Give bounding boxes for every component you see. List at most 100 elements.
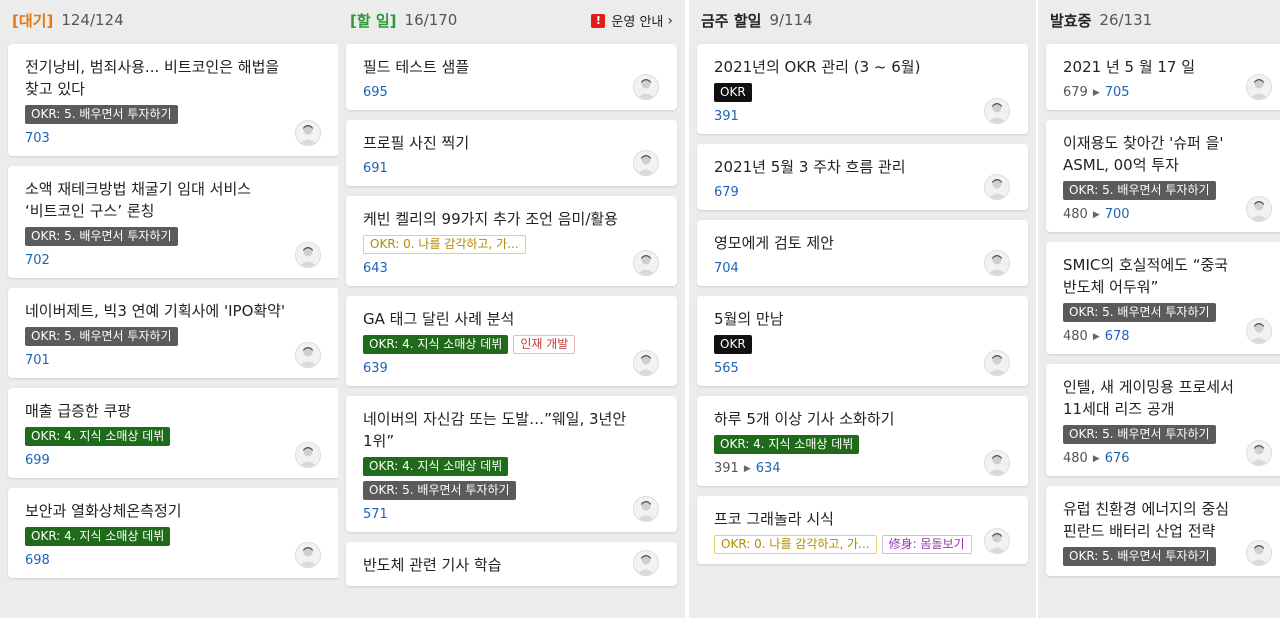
card-id-link[interactable]: 678 bbox=[1105, 329, 1130, 344]
card-title: 필드 테스트 샘플 bbox=[363, 58, 470, 76]
card-title: 네이버의 자신감 또는 도발…”웨일, 3년안 1위” bbox=[363, 410, 627, 450]
card-title: GA 태그 달린 사례 분석 bbox=[363, 310, 515, 328]
okr-tag: OKR: 5. 배우면서 투자하기 bbox=[25, 105, 178, 124]
card-title: 보안과 열화상체온측정기 bbox=[25, 502, 182, 520]
avatar-icon bbox=[1246, 440, 1272, 466]
operation-notice-link[interactable]: ! 운영 안내 › bbox=[591, 11, 673, 30]
card-id-link[interactable]: 679 bbox=[714, 185, 739, 200]
avatar-icon bbox=[1246, 74, 1272, 100]
kanban-card[interactable]: 소액 재테크방법 채굴기 임대 서비스 ‘비트코인 구스’ 론칭 OKR: 5. … bbox=[8, 166, 339, 278]
kanban-card[interactable]: 필드 테스트 샘플 695 bbox=[346, 44, 677, 110]
triangle-right-icon: ▶ bbox=[1092, 209, 1100, 220]
kanban-card[interactable]: GA 태그 달린 사례 분석 OKR: 4. 지식 소매상 데뷔 인재 개발 639 bbox=[346, 296, 677, 386]
card-ids: 703 bbox=[25, 131, 293, 146]
card-ids: 480 ▶ 700 bbox=[1063, 207, 1244, 222]
card-tags: OKR: 5. 배우면서 투자하기 bbox=[1063, 425, 1244, 444]
parent-card-id: 679 bbox=[1063, 85, 1088, 100]
card-id-link[interactable]: 565 bbox=[714, 361, 739, 376]
avatar-icon bbox=[984, 528, 1010, 554]
kanban-card[interactable]: 이재용도 찾아간 '슈퍼 을' ASML, 00억 투자 OKR: 5. 배우면서… bbox=[1046, 120, 1280, 232]
kanban-card[interactable]: 보안과 열화상체온측정기 OKR: 4. 지식 소매상 데뷔 698 bbox=[8, 488, 339, 578]
okr-tag: OKR: 0. 나를 감각하고, 가... bbox=[714, 535, 877, 554]
card-tags: OKR: 5. 배우면서 투자하기 bbox=[1063, 181, 1244, 200]
card-id-link[interactable]: 643 bbox=[363, 261, 388, 276]
okr-tag: OKR: 5. 배우면서 투자하기 bbox=[1063, 425, 1216, 444]
column-this-week: 금주 할일 9/114 2021년의 OKR 관리 (3 ~ 6월) OKR 391… bbox=[689, 0, 1036, 618]
card-ids: 698 bbox=[25, 553, 293, 568]
card-id-link[interactable]: 639 bbox=[363, 361, 388, 376]
card-tags: OKR: 0. 나를 감각하고, 가... bbox=[363, 235, 631, 254]
column-header: [할 일] 16/170 ! 운영 안내 › bbox=[338, 0, 685, 40]
card-title: 2021 년 5 월 17 일 bbox=[1063, 58, 1196, 76]
card-id-link[interactable]: 699 bbox=[25, 453, 50, 468]
card-ids: 480 ▶ 678 bbox=[1063, 329, 1244, 344]
card-id-link[interactable]: 698 bbox=[25, 553, 50, 568]
okr-tag: OKR: 5. 배우면서 투자하기 bbox=[1063, 181, 1216, 200]
avatar-icon bbox=[295, 442, 321, 468]
card-ids: 704 bbox=[714, 261, 982, 276]
kanban-card[interactable]: 네이버제트, 빅3 연예 기획사에 'IPO확약' OKR: 5. 배우면서 투자… bbox=[8, 288, 339, 378]
card-id-link[interactable]: 691 bbox=[363, 161, 388, 176]
card-title: 하루 5개 이상 기사 소화하기 bbox=[714, 410, 895, 428]
card-title: 인텔, 새 게이밍용 프로세서 11세대 리즈 공개 bbox=[1063, 378, 1234, 418]
card-id-link[interactable]: 704 bbox=[714, 261, 739, 276]
card-id-link[interactable]: 391 bbox=[714, 109, 739, 124]
card-title: 5월의 만남 bbox=[714, 310, 784, 328]
card-tags: OKR: 4. 지식 소매상 데뷔 bbox=[25, 427, 293, 446]
kanban-card[interactable]: 매출 급증한 쿠팡 OKR: 4. 지식 소매상 데뷔 699 bbox=[8, 388, 339, 478]
okr-tag: OKR: 5. 배우면서 투자하기 bbox=[1063, 303, 1216, 322]
card-id-link[interactable]: 705 bbox=[1105, 85, 1130, 100]
kanban-card[interactable]: SMIC의 호실적에도 “중국 반도체 어두워” OKR: 5. 배우면서 투자하… bbox=[1046, 242, 1280, 354]
kanban-card[interactable]: 2021년 5월 3 주차 흐름 관리 679 bbox=[697, 144, 1028, 210]
kanban-card[interactable]: 프코 그래놀라 시식 OKR: 0. 나를 감각하고, 가... 修身: 몸돌보기 bbox=[697, 496, 1028, 564]
column-title: 금주 할일 bbox=[701, 11, 762, 30]
okr-tag: OKR: 5. 배우면서 투자하기 bbox=[363, 481, 516, 500]
kanban-card[interactable]: 하루 5개 이상 기사 소화하기 OKR: 4. 지식 소매상 데뷔 391 ▶ 634 bbox=[697, 396, 1028, 486]
card-id-link[interactable]: 634 bbox=[756, 461, 781, 476]
card-ids: 679 ▶ 705 bbox=[1063, 85, 1244, 100]
card-ids: 480 ▶ 676 bbox=[1063, 451, 1244, 466]
kanban-card[interactable]: 유럽 친환경 에너지의 중심 핀란드 배터리 산업 전략 OKR: 5. 배우면서… bbox=[1046, 486, 1280, 576]
kanban-card[interactable]: 전기낭비, 범죄사용... 비트코인은 해법을 찾고 있다 OKR: 5. 배우면… bbox=[8, 44, 339, 156]
card-id-link[interactable]: 676 bbox=[1105, 451, 1130, 466]
parent-card-id: 480 bbox=[1063, 207, 1088, 222]
kanban-card[interactable]: 반도체 관련 기사 학습 bbox=[346, 542, 677, 586]
kanban-card[interactable]: 인텔, 새 게이밍용 프로세서 11세대 리즈 공개 OKR: 5. 배우면서 투… bbox=[1046, 364, 1280, 476]
column-fermenting: 발효중 26/131 2021 년 5 월 17 일 679 ▶ 705 이재용도 찾아… bbox=[1038, 0, 1280, 618]
card-title: 전기낭비, 범죄사용... 비트코인은 해법을 찾고 있다 bbox=[25, 58, 280, 98]
card-title: 2021년의 OKR 관리 (3 ~ 6월) bbox=[714, 58, 921, 76]
card-id-link[interactable]: 701 bbox=[25, 353, 50, 368]
card-tags: OKR: 5. 배우면서 투자하기 bbox=[25, 327, 293, 346]
kanban-card[interactable]: 네이버의 자신감 또는 도발…”웨일, 3년안 1위” OKR: 4. 지식 소매… bbox=[346, 396, 677, 532]
okr-tag: OKR: 4. 지식 소매상 데뷔 bbox=[363, 457, 509, 476]
okr-tag: OKR: 5. 배우면서 투자하기 bbox=[25, 327, 178, 346]
column-count: 9/114 bbox=[769, 11, 813, 29]
card-id-link[interactable]: 695 bbox=[363, 85, 388, 100]
kanban-card[interactable]: 5월의 만남 OKR 565 bbox=[697, 296, 1028, 386]
avatar-icon bbox=[1246, 318, 1272, 344]
kanban-card[interactable]: 프로필 사진 찍기 691 bbox=[346, 120, 677, 186]
card-id-link[interactable]: 700 bbox=[1105, 207, 1130, 222]
column-header: 발효중 26/131 bbox=[1038, 0, 1280, 40]
kanban-card[interactable]: 케빈 켈리의 99가지 추가 조언 음미/활용 OKR: 0. 나를 감각하고, … bbox=[346, 196, 677, 286]
avatar-icon bbox=[984, 350, 1010, 376]
okr-tag: OKR: 4. 지식 소매상 데뷔 bbox=[25, 427, 171, 446]
card-id-link[interactable]: 571 bbox=[363, 507, 388, 522]
card-tags: OKR: 5. 배우면서 투자하기 bbox=[25, 227, 293, 246]
card-id-link[interactable]: 703 bbox=[25, 131, 50, 146]
kanban-card[interactable]: 2021 년 5 월 17 일 679 ▶ 705 bbox=[1046, 44, 1280, 110]
parent-card-id: 480 bbox=[1063, 451, 1088, 466]
notice-label: 운영 안내 bbox=[611, 15, 664, 30]
card-id-link[interactable]: 702 bbox=[25, 253, 50, 268]
card-ids: 691 bbox=[363, 161, 631, 176]
okr-tag: OKR: 5. 배우면서 투자하기 bbox=[25, 227, 178, 246]
card-title: 반도체 관련 기사 학습 bbox=[363, 556, 502, 574]
card-ids: 571 bbox=[363, 507, 631, 522]
kanban-card[interactable]: 영모에게 검토 제안 704 bbox=[697, 220, 1028, 286]
card-title: 프코 그래놀라 시식 bbox=[714, 510, 834, 528]
parent-card-id: 391 bbox=[714, 461, 739, 476]
kanban-card[interactable]: 2021년의 OKR 관리 (3 ~ 6월) OKR 391 bbox=[697, 44, 1028, 134]
card-title: 프로필 사진 찍기 bbox=[363, 134, 470, 152]
okr-tag: OKR bbox=[714, 83, 752, 102]
card-ids: 695 bbox=[363, 85, 631, 100]
